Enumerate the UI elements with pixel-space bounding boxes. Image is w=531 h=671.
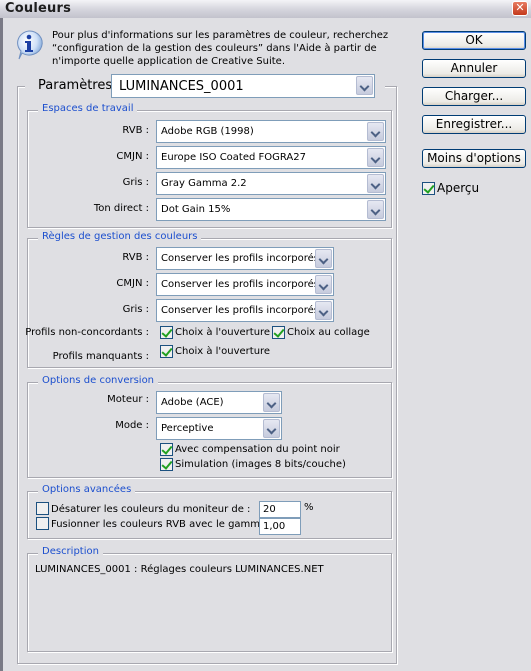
settings-value: LUMINANCES_0001 <box>119 79 244 94</box>
missing-ask-open-label[interactable]: Choix à l'ouverture <box>175 346 270 357</box>
description-title: Description <box>38 546 103 557</box>
fewer-options-button[interactable]: Moins d'options <box>422 149 526 168</box>
rgb-policy-label: RVB : <box>122 252 149 263</box>
blend-gamma-label[interactable]: Fusionner les couleurs RVB avec le gamma… <box>51 519 273 530</box>
preview-checkbox[interactable] <box>422 182 435 195</box>
rgb-policy-value: Conserver les profils incorporés <box>161 253 319 264</box>
dither-checkbox[interactable] <box>160 458 173 471</box>
chevron-down-icon[interactable] <box>263 419 280 438</box>
load-button[interactable]: Charger... <box>422 87 526 106</box>
missing-ask-open-checkbox[interactable] <box>160 345 173 358</box>
cmyk-space-dropdown[interactable]: Europe ISO Coated FOGRA27 <box>156 146 386 169</box>
description-text: LUMINANCES_0001 : Réglages couleurs LUMI… <box>35 564 324 575</box>
rgb-space-value: Adobe RGB (1998) <box>161 126 254 137</box>
save-button[interactable]: Enregistrer... <box>422 115 526 134</box>
info-line: “configuration de la gestion des couleur… <box>52 43 377 54</box>
cancel-button[interactable]: Annuler <box>422 59 526 78</box>
engine-value: Adobe (ACE) <box>161 397 224 408</box>
desaturate-label[interactable]: Désaturer les couleurs du moniteur de : <box>51 504 250 515</box>
cmyk-policy-value: Conserver les profils incorporés <box>161 279 319 290</box>
chevron-down-icon[interactable] <box>315 275 332 294</box>
desaturate-unit: % <box>304 502 314 513</box>
title-bar[interactable]: Couleurs ✕ <box>0 0 531 18</box>
mismatch-ask-open-checkbox[interactable] <box>160 326 173 339</box>
working-spaces-title: Espaces de travail <box>38 103 138 114</box>
spot-space-label: Ton direct : <box>93 203 149 214</box>
chevron-down-icon[interactable] <box>367 122 384 141</box>
policies-title: Règles de gestion des couleurs <box>38 231 202 242</box>
mismatch-ask-paste-checkbox[interactable] <box>272 326 285 339</box>
spot-space-dropdown[interactable]: Dot Gain 15% <box>156 198 386 221</box>
engine-dropdown[interactable]: Adobe (ACE) <box>156 391 282 414</box>
chevron-down-icon[interactable] <box>367 148 384 167</box>
cmyk-space-label: CMJN : <box>116 151 149 162</box>
engine-label: Moteur : <box>107 394 149 405</box>
chevron-down-icon[interactable] <box>315 249 332 268</box>
gray-policy-value: Conserver les profils incorporés <box>161 305 319 316</box>
missing-label: Profils manquants : <box>52 351 149 362</box>
intent-dropdown[interactable]: Perceptive <box>156 417 282 440</box>
chevron-down-icon[interactable] <box>315 301 332 320</box>
rgb-policy-dropdown[interactable]: Conserver les profils incorporés <box>156 247 334 270</box>
preview-label[interactable]: Aperçu <box>437 181 479 195</box>
gray-space-dropdown[interactable]: Gray Gamma 2.2 <box>156 172 386 195</box>
black-point-compensation-label[interactable]: Avec compensation du point noir <box>175 444 340 455</box>
ok-button[interactable]: OK <box>422 31 526 50</box>
chevron-down-icon[interactable] <box>263 393 280 412</box>
gray-policy-label: Gris : <box>122 304 149 315</box>
chevron-down-icon[interactable] <box>356 76 373 95</box>
info-message: Pour plus d'informations sur les paramèt… <box>52 29 402 68</box>
cmyk-policy-label: CMJN : <box>116 278 149 289</box>
chevron-down-icon[interactable] <box>367 174 384 193</box>
desaturate-checkbox[interactable] <box>36 502 49 515</box>
conversion-title: Options de conversion <box>38 375 159 386</box>
gray-space-label: Gris : <box>122 177 149 188</box>
info-line: n'importe quelle application de Creative… <box>52 56 285 67</box>
cmyk-space-value: Europe ISO Coated FOGRA27 <box>161 152 306 163</box>
gray-policy-dropdown[interactable]: Conserver les profils incorporés <box>156 299 334 322</box>
window-title: Couleurs <box>5 1 72 16</box>
intent-label: Mode : <box>115 420 149 431</box>
blend-gamma-checkbox[interactable] <box>36 517 49 530</box>
advanced-title: Options avancées <box>38 484 136 495</box>
mismatch-ask-open-label[interactable]: Choix à l'ouverture <box>175 327 270 338</box>
spot-space-value: Dot Gain 15% <box>161 204 231 215</box>
rgb-space-dropdown[interactable]: Adobe RGB (1998) <box>156 120 386 143</box>
settings-dropdown[interactable]: LUMINANCES_0001 <box>111 74 375 98</box>
rgb-space-label: RVB : <box>122 125 149 136</box>
mismatch-ask-paste-label[interactable]: Choix au collage <box>287 327 370 338</box>
close-button[interactable]: ✕ <box>512 1 528 16</box>
chevron-down-icon[interactable] <box>367 200 384 219</box>
blend-gamma-input[interactable]: 1,00 <box>259 518 301 535</box>
color-settings-dialog: Couleurs ✕ Pour plus d'informations sur … <box>0 0 531 671</box>
desaturate-input[interactable]: 20 <box>259 501 301 518</box>
cmyk-policy-dropdown[interactable]: Conserver les profils incorporés <box>156 273 334 296</box>
intent-value: Perceptive <box>161 423 214 434</box>
info-line: Pour plus d'informations sur les paramèt… <box>52 30 389 41</box>
info-icon <box>17 30 43 60</box>
gray-space-value: Gray Gamma 2.2 <box>161 178 247 189</box>
mismatch-label: Profils non-concordants : <box>25 327 149 338</box>
settings-label: Paramètres : <box>38 78 121 93</box>
dither-label[interactable]: Simulation (images 8 bits/couche) <box>175 459 346 470</box>
advanced-group: Options avancées <box>27 484 392 539</box>
black-point-compensation-checkbox[interactable] <box>160 443 173 456</box>
